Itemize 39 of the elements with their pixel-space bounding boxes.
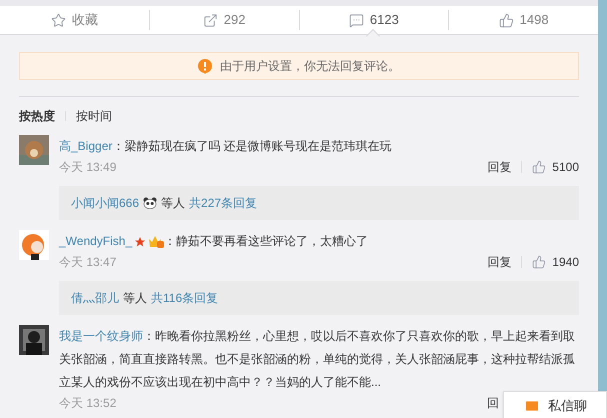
comment-time: 今天 13:49 xyxy=(59,159,116,176)
star-icon xyxy=(134,236,146,248)
share-icon xyxy=(202,12,218,28)
action-button[interactable]: 292 xyxy=(202,10,246,30)
sort-tab[interactable]: 按时间 xyxy=(76,107,112,125)
comment-time: 今天 13:52 xyxy=(59,395,116,412)
like-count: 5100 xyxy=(552,159,579,176)
notice-text: 由于用户设置，你无法回复评论。 xyxy=(220,58,400,75)
others-text: 等人 xyxy=(161,195,186,212)
action-button[interactable]: 6123 xyxy=(348,10,399,30)
others-text: 等人 xyxy=(123,290,147,307)
username-link[interactable]: 我是一个纹身师 xyxy=(59,329,143,343)
replier-link[interactable]: 小闻小闻666 xyxy=(71,194,140,212)
thumbs-up-icon xyxy=(532,255,546,269)
reply-count-link[interactable]: 共116条回复 xyxy=(151,289,218,307)
replier-link[interactable]: 倩灬邵儿 xyxy=(71,289,119,307)
crown-icon xyxy=(148,235,164,248)
reply-link[interactable]: 回复 xyxy=(487,158,512,176)
comment-text: _WendyFish_ ：静茹不要再看这些评论了，太糟心了 xyxy=(59,233,370,250)
chat-popup[interactable]: 私信聊 xyxy=(503,391,607,418)
comment-text: 高_Bigger：梁静茹现在疯了吗 还是微博账号现在是范玮琪在玩 xyxy=(59,138,393,155)
comment-time: 今天 13:47 xyxy=(59,254,116,271)
reply-link[interactable]: 回复 xyxy=(487,253,512,271)
comment-text: 我是一个纹身师：昨晚看你拉黑粉丝，心里想，哎以后不喜欢你了只喜欢你的歌，早上起来看到取关张韶涵，简直直接路转黑。也不是张韶涵的粉，单纯的觉得，关人张韶涵屁事，这种拉帮结派孤立某人的戏份不应该出现在初中高中？？当妈的人了能不能... xyxy=(59,328,576,391)
action-button[interactable]: 收藏 xyxy=(50,10,98,30)
comment-icon xyxy=(348,12,364,28)
panda-icon xyxy=(143,197,158,209)
username-link[interactable]: _WendyFish_ xyxy=(59,234,132,248)
reply-link[interactable]: 回 xyxy=(487,394,499,412)
mail-icon xyxy=(524,398,540,414)
sort-tab[interactable]: 按热度 xyxy=(19,107,55,125)
username-link[interactable]: 高_Bigger xyxy=(59,139,112,153)
star-icon xyxy=(50,12,66,28)
action-button[interactable]: 1498 xyxy=(498,10,549,30)
alert-icon xyxy=(198,58,212,74)
thumbs-up-icon xyxy=(498,12,514,28)
like-count: 1940 xyxy=(552,254,579,271)
reply-count-link[interactable]: 共227条回复 xyxy=(189,194,258,212)
thumbs-up-icon xyxy=(532,160,546,174)
